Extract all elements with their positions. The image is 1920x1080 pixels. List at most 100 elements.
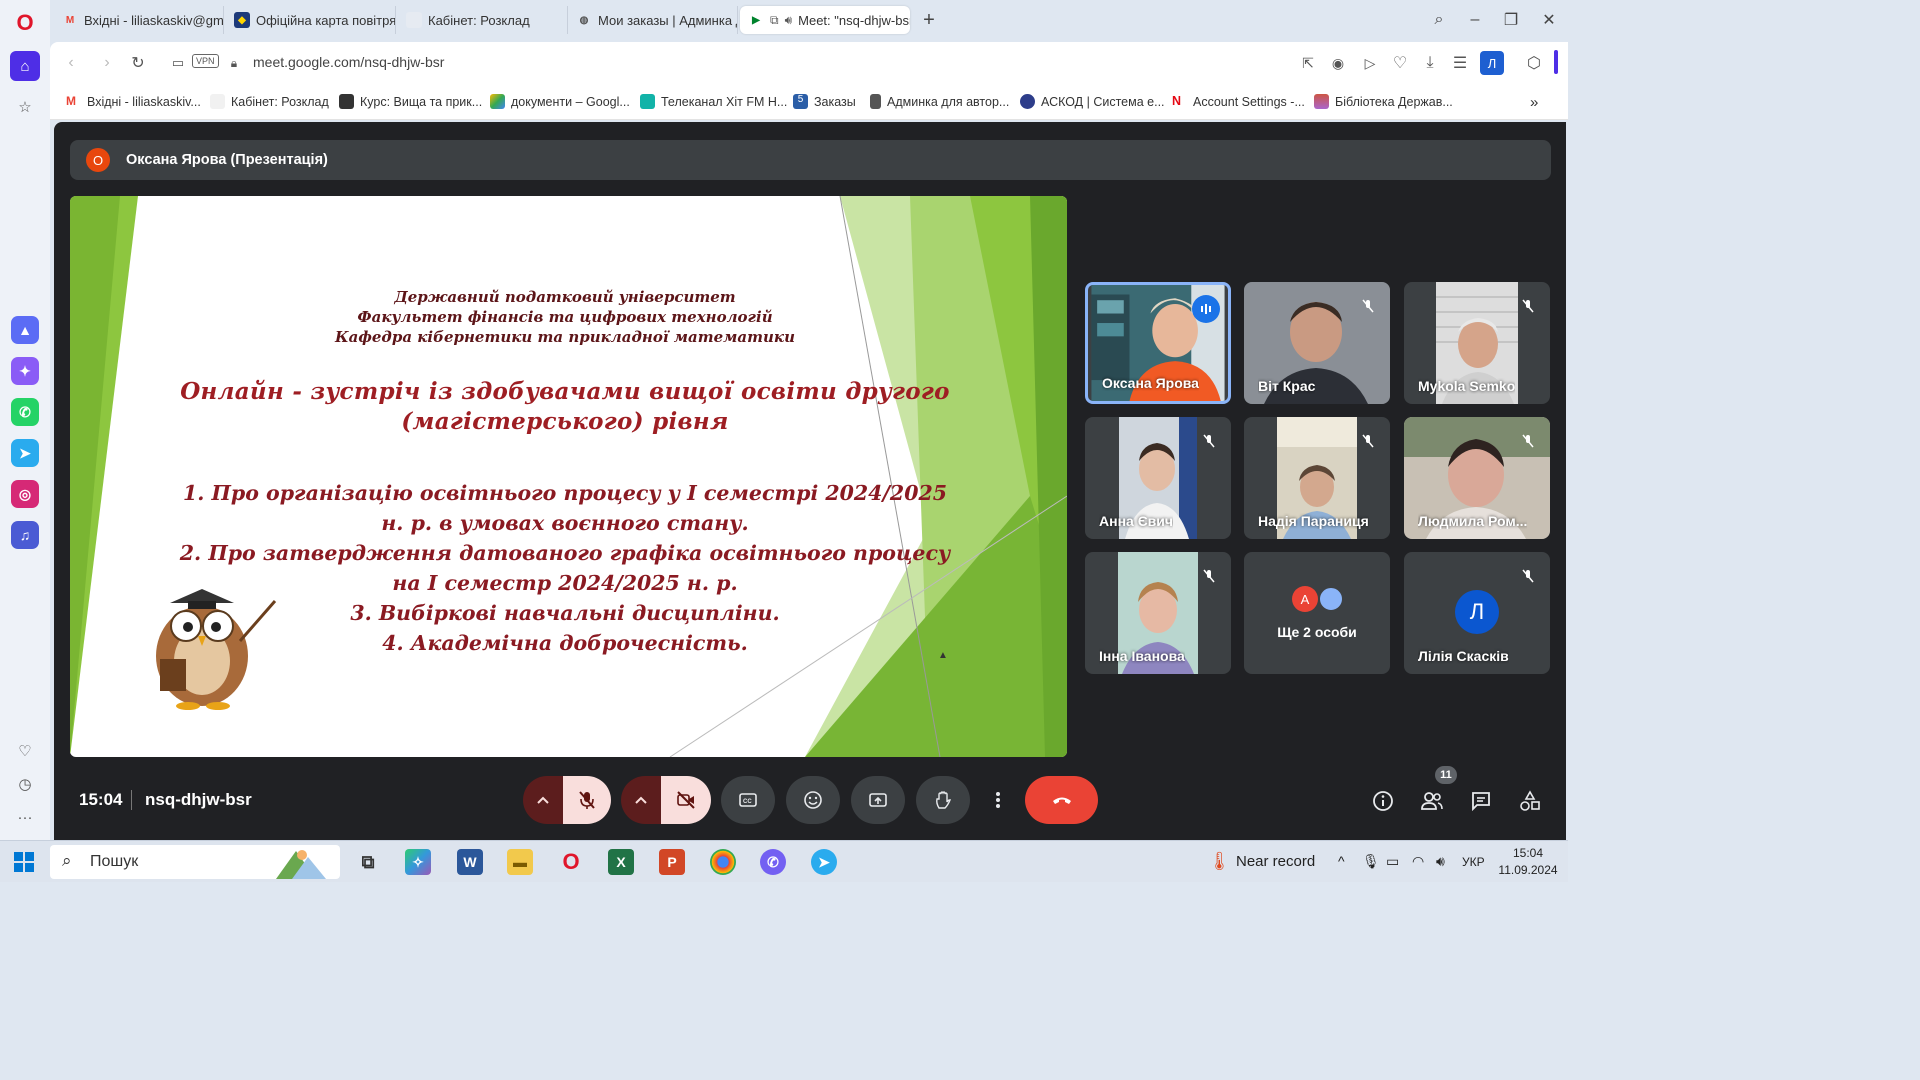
powerpoint-icon[interactable]: P (659, 849, 685, 875)
bookmark-item[interactable]: Курс: Вища та прик... (339, 94, 482, 109)
tray-overflow-icon[interactable]: ^ (1338, 853, 1345, 869)
speaker-icon[interactable]: 🔊︎ (785, 13, 793, 28)
more-options-button[interactable] (981, 776, 1015, 824)
instagram-icon[interactable]: ◎ (11, 480, 39, 508)
url-field[interactable]: meet.google.com/nsq-dhjw-bsr (253, 54, 444, 70)
participant-tile[interactable]: Л Лілія Скаскiв (1404, 552, 1550, 674)
camera-permission-icon[interactable]: ▭ (166, 51, 190, 75)
bookmark-item[interactable]: Телеканал Хіт FM Н... (640, 94, 787, 109)
system-clock[interactable]: 15:04 11.09.2024 (1496, 845, 1560, 879)
participant-tile[interactable]: Анна Євич (1085, 417, 1231, 539)
opera-taskbar-icon[interactable]: O (558, 849, 584, 875)
muted-mic-icon (1197, 429, 1221, 453)
video-options-button[interactable] (621, 776, 661, 824)
back-button[interactable]: ‹ (59, 51, 83, 75)
reactions-button[interactable] (786, 776, 840, 824)
taskbar-search[interactable]: ⌕ Пошук (50, 845, 340, 879)
sidebar-toggle[interactable] (1554, 50, 1558, 74)
bookmark-item[interactable]: документи – Googl... (490, 94, 630, 109)
bookmark-item[interactable]: АСКОД | Система е... (1020, 94, 1165, 109)
bookmark-item[interactable]: Бібліотека Держав... (1314, 94, 1453, 109)
vpn-badge[interactable]: VPN (192, 54, 219, 68)
easy-setup-icon[interactable]: ☰ (1448, 51, 1472, 75)
more-vert-icon (996, 792, 1000, 808)
bookmark-item[interactable]: Админка для автор... (870, 94, 1009, 109)
minimize-button[interactable]: – (1462, 8, 1488, 32)
bookmark-item[interactable]: 5 Заказы (793, 94, 856, 109)
heart-icon[interactable]: ♡ (10, 736, 40, 766)
tab-gmail[interactable]: M Вхідні - liliaskaskiv@gmail (54, 6, 224, 34)
opera-logo-icon[interactable]: O (10, 8, 40, 38)
telegram-taskbar-icon[interactable]: ➤ (811, 849, 837, 875)
present-screen-button[interactable] (851, 776, 905, 824)
leave-call-button[interactable] (1025, 776, 1098, 824)
bookmark-item[interactable]: M Вхідні - liliaskaskiv... (66, 94, 201, 109)
lock-icon[interactable]: 🔒︎ (222, 51, 246, 75)
downloads-icon[interactable]: ⤓ (1418, 51, 1442, 75)
chevron-up-icon (635, 796, 647, 804)
participant-tile[interactable]: Надія Параниця (1244, 417, 1390, 539)
history-icon[interactable]: ◷ (10, 769, 40, 799)
captions-button[interactable]: CC (721, 776, 775, 824)
audio-options-button[interactable] (523, 776, 563, 824)
flow-icon[interactable]: ▷ (1358, 51, 1382, 75)
camera-toggle-button[interactable] (661, 776, 711, 824)
meeting-code[interactable]: nsq-dhjw-bsr (145, 790, 252, 810)
copilot-icon[interactable]: ✧ (405, 849, 431, 875)
share-icon[interactable]: ⇱ (1296, 51, 1320, 75)
aria-icon[interactable]: ▲ (11, 316, 39, 344)
player-icon[interactable]: ♫ (11, 521, 39, 549)
task-view-icon[interactable]: ⧉ (355, 849, 381, 875)
favorites-icon[interactable]: ♡ (1388, 51, 1412, 75)
close-window-button[interactable]: ✕ (1536, 8, 1562, 32)
microphone-tray-icon[interactable]: 🎙︎ (1362, 853, 1380, 870)
new-tab-button[interactable]: + (916, 8, 942, 32)
participant-tile[interactable]: Людмила Ром... (1404, 417, 1550, 539)
presenter-bar: О Оксана Ярова (Презентація) (70, 140, 1551, 180)
language-indicator[interactable]: УКР (1462, 855, 1485, 869)
slide-title-line: (магістерського) рівня (401, 408, 729, 435)
microphone-toggle-button[interactable] (563, 776, 611, 824)
participant-tile[interactable]: Інна Іванова (1085, 552, 1231, 674)
people-button[interactable] (1417, 786, 1447, 816)
weather-label[interactable]: Near record (1236, 853, 1315, 870)
participant-tile[interactable]: Віт Крас (1244, 282, 1390, 404)
raise-hand-button[interactable] (916, 776, 970, 824)
participant-tile[interactable]: Mykola Semko (1404, 282, 1550, 404)
wifi-icon[interactable]: ◠ (1412, 853, 1424, 870)
viber-icon[interactable]: ✆ (760, 849, 786, 875)
snapshot-icon[interactable]: ◉ (1326, 51, 1350, 75)
reload-button[interactable]: ↻ (126, 51, 150, 75)
chat-button[interactable] (1466, 786, 1496, 816)
battery-icon[interactable]: ▭ (1386, 853, 1399, 870)
bookmark-item[interactable]: N Account Settings -... (1172, 94, 1305, 109)
activities-button[interactable] (1515, 786, 1545, 816)
start-button[interactable] (14, 852, 34, 872)
messenger-icon[interactable]: ✦ (11, 357, 39, 385)
tab-air-map[interactable]: ◆ Офіційна карта повітряних (226, 6, 396, 34)
profile-avatar[interactable]: Л (1480, 51, 1504, 75)
participant-tile[interactable]: Оксана Ярова (1085, 282, 1231, 404)
more-icon[interactable]: ··· (10, 802, 40, 832)
bookmarks-overflow-icon[interactable]: » (1530, 94, 1538, 111)
word-icon[interactable]: W (457, 849, 483, 875)
search-tabs-icon[interactable]: ⌕ (1426, 8, 1452, 32)
volume-icon[interactable]: 🔊︎ (1436, 853, 1445, 870)
file-explorer-icon[interactable]: ▬ (507, 849, 533, 875)
meeting-details-button[interactable] (1368, 786, 1398, 816)
excel-icon[interactable]: X (608, 849, 634, 875)
bookmark-item[interactable]: Кабінет: Розклад (210, 94, 329, 109)
telegram-icon[interactable]: ➤ (11, 439, 39, 467)
tab-orders[interactable]: ◍ Мои заказы | Админка для (568, 6, 738, 34)
forward-button[interactable]: › (95, 51, 119, 75)
maximize-button[interactable]: ❐ (1498, 8, 1524, 32)
extensions-icon[interactable]: ⬡ (1522, 51, 1546, 75)
home-icon[interactable]: ⌂ (10, 51, 40, 81)
chrome-icon[interactable] (710, 849, 736, 875)
speed-dial-icon[interactable]: ☆ (10, 92, 40, 122)
participant-tile-more[interactable]: А Ще 2 особи (1244, 552, 1390, 674)
tab-meet[interactable]: ▶ ⧉ 🔊︎ Meet: "nsq-dhjw-bsr" (740, 6, 910, 34)
pip-icon[interactable]: ⧉ (770, 13, 779, 28)
tab-cabinet[interactable]: Кабінет: Розклад (398, 6, 568, 34)
whatsapp-icon[interactable]: ✆ (11, 398, 39, 426)
